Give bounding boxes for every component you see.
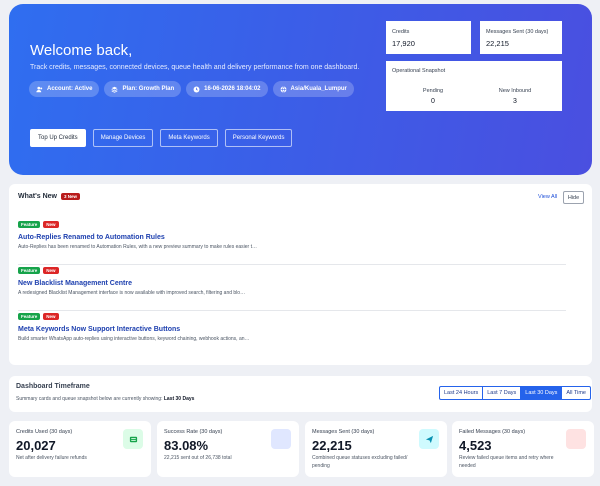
metric-hint: 22,215 sent out of 26,738 total (164, 455, 232, 461)
timezone-label: Asia/Kuala_Lumpur (290, 86, 347, 92)
whats-new-title: What's New (18, 193, 58, 200)
metric-hint: Net after delivery failure refunds (16, 455, 87, 461)
top-up-credits-button[interactable]: Top Up Credits (30, 129, 86, 147)
news-title-link[interactable]: Auto-Replies Renamed to Automation Rules (18, 234, 566, 241)
globe-icon (280, 86, 286, 92)
news-title-link[interactable]: New Blacklist Management Centre (18, 280, 566, 287)
inbound-label: New Inbound (498, 88, 532, 94)
timeframe-7d-button[interactable]: Last 7 Days (482, 386, 522, 400)
messages-sent-card: Messages Sent (30 days) 22,215 (480, 21, 562, 54)
messages-sent-value: 22,215 (486, 39, 509, 48)
feature-tag: Feature (18, 221, 41, 228)
messages-sent-metric-card: Messages Sent (30 days) 22,215 Combined … (305, 421, 447, 477)
account-status-label: Account: Active (47, 86, 93, 92)
timeframe-all-button[interactable]: All Time (561, 386, 591, 400)
news-description: Auto-Replies has been renamed to Automat… (18, 244, 258, 250)
personal-keywords-button[interactable]: Personal Keywords (224, 129, 293, 147)
new-tag: New (43, 313, 59, 320)
timeframe-30d-button[interactable]: Last 30 Days (520, 386, 563, 400)
hide-button[interactable]: Hide (563, 191, 584, 204)
clock-icon (193, 86, 200, 92)
whats-new-title-row: What's New 3 New (18, 193, 81, 200)
timeframe-subtitle: Summary cards and queue snapshot below a… (16, 396, 194, 402)
news-title-link[interactable]: Meta Keywords Now Support Interactive Bu… (18, 326, 566, 333)
news-description: A redesigned Blacklist Management interf… (18, 290, 246, 296)
warning-icon (566, 429, 586, 449)
welcome-title: Welcome back, (30, 42, 133, 59)
datetime-label: 16-06-2026 18:04:02 (204, 86, 261, 92)
timezone-pill: Asia/Kuala_Lumpur (272, 81, 354, 97)
money-icon (123, 429, 143, 449)
news-item: Feature New New Blacklist Management Cen… (18, 265, 566, 311)
timeframe-title: Dashboard Timeframe (16, 383, 90, 390)
inbound-value: 3 (513, 98, 517, 105)
plan-pill: Plan: Growth Plan (104, 81, 182, 97)
plan-label: Plan: Growth Plan (122, 86, 175, 92)
status-pills: Account: Active Plan: Growth Plan 16-06-… (29, 81, 354, 97)
credits-value: 17,920 (392, 39, 415, 48)
timeframe-subtitle-text: Summary cards and queue snapshot below a… (16, 396, 163, 402)
layers-icon (111, 86, 118, 93)
account-status-pill: Account: Active (29, 81, 100, 97)
send-icon (419, 429, 439, 449)
snapshot-pending: Pending 0 (392, 88, 474, 105)
messages-sent-label: Messages Sent (30 days) (486, 29, 549, 35)
new-tag: New (43, 221, 59, 228)
metric-hint: Review failed queue items and retry wher… (459, 455, 554, 469)
feature-tag: Feature (18, 313, 41, 320)
snapshot-title: Operational Snapshot (392, 68, 446, 74)
hero-actions: Top Up Credits Manage Devices Meta Keywo… (30, 129, 293, 147)
news-description: Build smarter WhatsApp auto-replies usin… (18, 336, 250, 342)
timeframe-current: Last 30 Days (163, 396, 195, 402)
datetime-pill: 16-06-2026 18:04:02 (186, 81, 268, 97)
credits-card: Credits 17,920 (386, 21, 471, 54)
timeframe-24h-button[interactable]: Last 24 Hours (439, 386, 484, 400)
feature-tag: Feature (18, 267, 41, 274)
news-item: Feature New Auto-Replies Renamed to Auto… (18, 219, 566, 265)
whats-new-panel: What's New 3 New View All Hide Feature N… (9, 184, 592, 365)
metric-hint: Combined queue statuses excluding failed… (312, 455, 408, 469)
news-item: Feature New Meta Keywords Now Support In… (18, 311, 566, 357)
users-icon (36, 86, 43, 92)
operational-snapshot-card: Operational Snapshot Pending 0 New Inbou… (386, 61, 562, 111)
credits-used-card: Credits Used (30 days) 20,027 Net after … (9, 421, 151, 477)
manage-devices-button[interactable]: Manage Devices (92, 129, 154, 147)
meta-keywords-button[interactable]: Meta Keywords (160, 129, 218, 147)
news-list: Feature New Auto-Replies Renamed to Auto… (18, 219, 566, 357)
dashboard-timeframe-panel: Dashboard Timeframe Summary cards and qu… (9, 376, 592, 412)
new-tag: New (43, 267, 59, 274)
success-rate-card: Success Rate (30 days) 83.08% 22,215 sen… (157, 421, 299, 477)
snapshot-inbound: New Inbound 3 (474, 88, 556, 105)
check-icon (271, 429, 291, 449)
pending-value: 0 (431, 98, 435, 105)
view-all-link[interactable]: View All (538, 194, 557, 200)
timeframe-selector: Last 24 Hours Last 7 Days Last 30 Days A… (439, 386, 591, 400)
welcome-subtitle: Track credits, messages, connected devic… (30, 64, 360, 71)
failed-messages-card: Failed Messages (30 days) 4,523 Review f… (452, 421, 594, 477)
credits-label: Credits (392, 29, 410, 35)
new-count-badge: 3 New (61, 193, 81, 200)
pending-label: Pending (422, 88, 444, 94)
